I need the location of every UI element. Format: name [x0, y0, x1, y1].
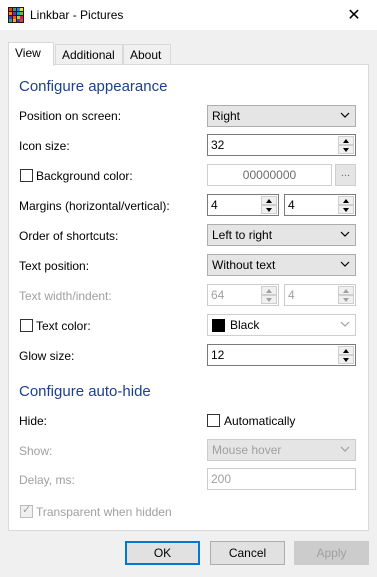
window-title: Linkbar - Pictures [30, 8, 124, 22]
glow-size-down-button[interactable] [338, 355, 354, 364]
position-value: Right [212, 109, 241, 123]
icon-size-down-button[interactable] [338, 145, 354, 154]
chevron-down-icon [340, 231, 350, 237]
text-width-value: 64 [211, 288, 225, 302]
app-icon [8, 7, 24, 23]
hide-automatically-label: Automatically [224, 414, 296, 428]
transparent-label: Transparent when hidden [36, 505, 172, 519]
position-select[interactable]: Right [207, 105, 356, 127]
text-width-spinner[interactable]: 64 [207, 284, 279, 306]
text-indent-up-button[interactable] [338, 286, 354, 295]
text-indent-down-button[interactable] [338, 295, 354, 304]
icon-size-up-button[interactable] [338, 136, 354, 145]
order-label: Order of shortcuts: [19, 229, 119, 243]
text-position-value: Without text [212, 258, 276, 272]
hide-label: Hide: [19, 414, 48, 428]
margin-horizontal-spinner[interactable]: 4 [207, 194, 279, 216]
show-value: Mouse hover [212, 443, 282, 457]
tab-additional[interactable]: Additional [55, 44, 123, 65]
appearance-section-title: Configure appearance [19, 78, 168, 95]
color-swatch [212, 319, 225, 332]
margin-horizontal-up-button[interactable] [261, 196, 277, 205]
chevron-down-icon [340, 321, 350, 327]
text-width-down-button[interactable] [261, 295, 277, 304]
show-select[interactable]: Mouse hover [207, 439, 356, 461]
text-position-select[interactable]: Without text [207, 254, 356, 276]
chevron-down-icon [340, 261, 350, 267]
margin-vertical-up-button[interactable] [338, 196, 354, 205]
text-color-label: Text color: [36, 319, 91, 333]
view-tab-panel: Configure appearance Position on screen:… [8, 64, 369, 531]
ok-button[interactable]: OK [125, 541, 200, 565]
apply-button[interactable]: Apply [294, 541, 369, 565]
text-color-select[interactable]: Black [207, 314, 356, 336]
position-label: Position on screen: [19, 109, 122, 123]
text-width-up-button[interactable] [261, 286, 277, 295]
show-label: Show: [19, 444, 53, 458]
checkmark-icon: ✓ [22, 504, 32, 516]
glow-size-label: Glow size: [19, 349, 75, 363]
glow-size-value: 12 [211, 348, 225, 362]
margin-vertical-spinner[interactable]: 4 [284, 194, 356, 216]
background-color-field: 00000000 [207, 164, 332, 186]
background-color-checkbox[interactable] [20, 169, 33, 182]
text-indent-value: 4 [288, 288, 295, 302]
icon-size-label: Icon size: [19, 139, 70, 153]
close-button[interactable]: ✕ [331, 0, 377, 30]
delay-value: 200 [211, 472, 232, 486]
cancel-button[interactable]: Cancel [210, 541, 285, 565]
chevron-down-icon [340, 112, 350, 118]
close-icon: ✕ [347, 7, 361, 24]
chevron-down-icon [340, 446, 350, 452]
text-indent-spinner[interactable]: 4 [284, 284, 356, 306]
tab-about[interactable]: About [123, 44, 171, 65]
hide-automatically-checkbox[interactable] [207, 414, 220, 427]
background-color-label: Background color: [36, 169, 133, 183]
icon-size-value: 32 [211, 138, 225, 152]
order-select[interactable]: Left to right [207, 224, 356, 246]
background-color-browse-button[interactable]: ... [335, 164, 356, 186]
transparent-checkbox[interactable]: ✓ [20, 504, 33, 518]
title-bar: Linkbar - Pictures ✕ [0, 0, 377, 30]
icon-size-spinner[interactable]: 32 [207, 134, 356, 156]
glow-size-up-button[interactable] [338, 346, 354, 355]
text-width-label: Text width/indent: [19, 289, 112, 303]
text-color-checkbox[interactable] [20, 319, 33, 332]
autohide-section-title: Configure auto-hide [19, 383, 151, 400]
text-color-value: Black [230, 318, 260, 332]
delay-field[interactable]: 200 [207, 468, 356, 490]
glow-size-spinner[interactable]: 12 [207, 344, 356, 366]
margins-label: Margins (horizontal/vertical): [19, 199, 170, 213]
order-value: Left to right [212, 228, 273, 242]
text-position-label: Text position: [19, 259, 90, 273]
tab-view[interactable]: View [8, 42, 54, 66]
margin-horizontal-value: 4 [211, 198, 218, 212]
margin-vertical-value: 4 [288, 198, 295, 212]
margin-vertical-down-button[interactable] [338, 205, 354, 214]
margin-horizontal-down-button[interactable] [261, 205, 277, 214]
delay-label: Delay, ms: [19, 473, 75, 487]
